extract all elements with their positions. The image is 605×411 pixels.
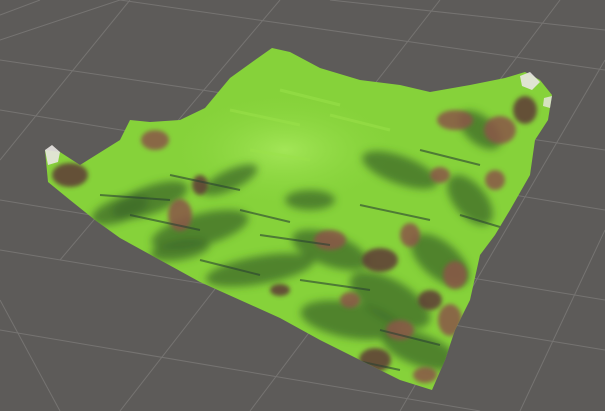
grid-line xyxy=(0,0,41,16)
terrain-mesh[interactable] xyxy=(45,48,552,390)
rock-patch xyxy=(314,230,346,250)
rock-patch xyxy=(362,248,398,272)
grid-line xyxy=(519,229,605,411)
rock-patch xyxy=(400,223,420,247)
grid-line xyxy=(0,299,61,411)
rock-patch xyxy=(413,367,437,383)
grid-line xyxy=(0,0,131,161)
rock-patch xyxy=(513,96,537,124)
rock-patch xyxy=(418,290,442,310)
rock-patch xyxy=(438,304,462,336)
grid-line xyxy=(329,0,605,31)
grid-line xyxy=(119,0,605,71)
rock-patch xyxy=(270,284,290,296)
scene-viewport[interactable] xyxy=(0,0,605,411)
rock-patch xyxy=(485,170,505,190)
rock-patch xyxy=(359,348,391,372)
rock-patch xyxy=(340,292,360,308)
scene-canvas[interactable] xyxy=(0,0,605,411)
rock-patch xyxy=(52,163,88,187)
rock-patch xyxy=(141,130,169,150)
rock-patch xyxy=(484,116,516,144)
shadow-patch xyxy=(285,190,335,210)
rock-patch xyxy=(437,110,473,130)
rock-patch xyxy=(430,167,450,183)
rock-patch xyxy=(443,261,467,289)
rock-patch xyxy=(192,175,208,195)
